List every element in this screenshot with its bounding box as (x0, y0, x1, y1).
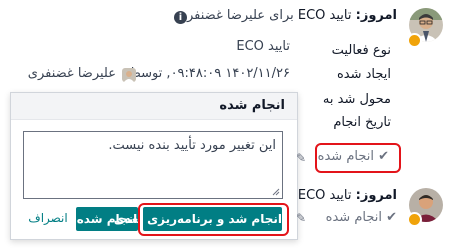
resize-grip-icon[interactable] (272, 188, 280, 196)
date-label: تاریخ انجام (333, 115, 391, 130)
edit-icon-bottom[interactable]: ✎ (296, 211, 306, 225)
activity-date-label-bottom: امروز: (355, 188, 397, 203)
created-by-avatar (122, 68, 136, 82)
created-value: ۱۴۰۲/۱۱/۲۶ ۰۹:۴۸:۰۹, توسط (129, 66, 290, 81)
mark-done-label-bottom: انجام شده (325, 210, 382, 225)
status-dot-top (407, 33, 422, 48)
edit-icon[interactable]: ✎ (296, 151, 306, 165)
feedback-textarea[interactable]: این تغییر مورد تأیید بنده نیست. (23, 131, 283, 199)
created-date: ۱۴۰۲/۱۱/۲۶ ۰۹:۴۸:۰۹, توسط (128, 66, 290, 81)
activity-header-bottom: امروز: تایید ECO (298, 188, 397, 203)
discard-button[interactable]: انصراف (24, 206, 72, 230)
activity-header: امروز: تایید ECO برای علیرضا غضنفری (177, 8, 397, 23)
created-by[interactable]: علیرضا غضنفری (28, 66, 116, 81)
check-icon: ✔ (378, 149, 389, 164)
popover-header: انجام شده (11, 93, 297, 120)
mark-done-label: انجام شده (317, 149, 374, 164)
check-icon-bottom: ✔ (386, 210, 397, 225)
activity-date-label: امروز: (355, 8, 397, 23)
popover-title: انجام شده (219, 98, 285, 113)
status-dot-bottom (407, 212, 422, 227)
mark-done-link-bottom[interactable]: ✔ انجام شده (326, 210, 397, 225)
activity-assigned: برای علیرضا غضنفری (176, 8, 294, 23)
info-circle-icon[interactable]: i (174, 11, 187, 24)
highlight-done-schedule (138, 203, 289, 236)
assigned-label: محول شد به (322, 92, 391, 107)
type-value: تایید ECO (236, 39, 290, 54)
activity-title: تایید ECO (297, 8, 352, 23)
mark-done-link[interactable]: ✔ انجام شده (318, 149, 389, 164)
created-label: ایجاد شده (336, 67, 391, 82)
type-label: نوع فعالیت (331, 43, 391, 58)
activity-title-bottom: تایید ECO (297, 188, 352, 203)
feedback-text: این تغییر مورد تأیید بنده نیست. (108, 138, 276, 153)
